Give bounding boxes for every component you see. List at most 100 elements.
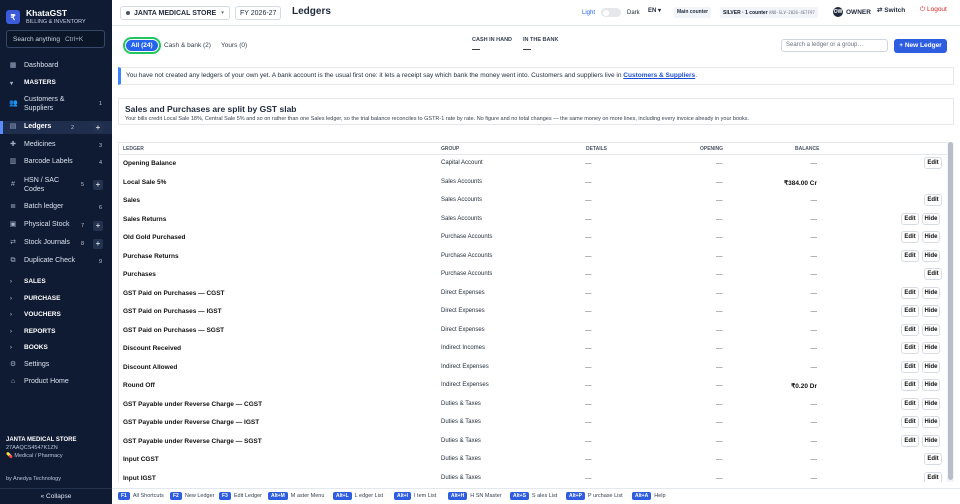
edit-ledger-button[interactable]: Edit	[924, 268, 942, 280]
brand[interactable]: ₹ KhataGST BILLING & INVENTORY	[0, 0, 112, 28]
logout-button[interactable]: ⏻ Logout	[920, 6, 947, 14]
sidebar-item-medicines[interactable]: ✚ Medicines 3	[0, 139, 112, 152]
table-row[interactable]: GST Paid on Purchases — IGST Direct Expen…	[119, 303, 947, 322]
collapse-sidebar-button[interactable]: « Collapse	[0, 488, 112, 504]
ledger-search-input[interactable]: Search a ledger or a group…	[781, 39, 888, 52]
add-hsn-icon[interactable]: +	[93, 180, 103, 190]
edit-ledger-button[interactable]: Edit	[901, 305, 919, 317]
sidebar-section-books[interactable]: › BOOKS	[0, 342, 112, 354]
hide-ledger-button[interactable]: Hide	[922, 323, 940, 336]
table-row[interactable]: Round Off Indirect Expenses — — ₹0.20 Dr Hide…	[119, 377, 947, 396]
table-scrollbar-thumb[interactable]	[948, 142, 953, 480]
table-row[interactable]: Purchases Purchase Accounts — — — Edit	[119, 266, 947, 285]
shortcut-alt-l[interactable]: Alt+L L edger List	[333, 492, 383, 500]
table-row[interactable]: Sales Returns Sales Accounts — — — Hide Edit	[119, 211, 947, 230]
store-selector[interactable]: JANTA MEDICAL STORE ▾	[120, 6, 230, 20]
table-row[interactable]: Discount Allowed Indirect Expenses — — — Hide…	[119, 359, 947, 378]
sidebar-item-physical-stock[interactable]: ▣ Physical Stock 7 +	[0, 219, 112, 232]
tab-all[interactable]: All (24)	[123, 37, 161, 54]
table-row[interactable]: GST Payable under Reverse Charge — IGST D…	[119, 414, 947, 433]
ledger-group: Purchase Accounts	[441, 271, 493, 277]
shortcut-f1[interactable]: F1 All Shortcuts	[118, 492, 164, 500]
switch-button[interactable]: ⇄ Switch	[877, 6, 905, 14]
shortcut-f3[interactable]: F3 Edit Ledger	[219, 492, 262, 500]
customers-suppliers-link[interactable]: Customers & Suppliers	[623, 72, 695, 79]
sidebar-section-reports[interactable]: › REPORTS	[0, 326, 112, 338]
ledger-opening: —	[716, 345, 723, 352]
sidebar-search-input[interactable]: Search anything Ctrl+K	[6, 30, 105, 48]
theme-toggle[interactable]: Light Dark	[582, 8, 640, 17]
hide-ledger-button[interactable]: Hide	[922, 286, 940, 299]
add-physical-stock-icon[interactable]: +	[93, 220, 103, 231]
hide-ledger-button[interactable]: Hide	[922, 212, 940, 225]
hide-ledger-button[interactable]: Hide	[922, 249, 940, 262]
edit-ledger-button[interactable]: Edit	[901, 397, 919, 410]
hide-ledger-button[interactable]: Hide	[922, 416, 940, 428]
language-selector[interactable]: EN ▾	[648, 7, 661, 14]
edit-ledger-button[interactable]: Edit	[901, 286, 919, 299]
table-row[interactable]: Purchase Returns Purchase Accounts — — — Hide…	[119, 248, 947, 267]
table-row[interactable]: Input CGST Duties & Taxes — — — Edit	[119, 451, 947, 470]
table-row[interactable]: Discount Received Indirect Incomes — — — Hide…	[119, 340, 947, 359]
user-menu[interactable]: OW OWNER	[833, 7, 871, 17]
hide-ledger-button[interactable]: Hide	[922, 434, 940, 447]
hide-ledger-button[interactable]: Hide	[922, 305, 940, 317]
sidebar-item-dashboard[interactable]: ▦ Dashboard	[0, 60, 112, 73]
hide-ledger-button[interactable]: Hide	[922, 342, 940, 354]
edit-ledger-button[interactable]: Edit	[901, 323, 919, 336]
table-row[interactable]: Old Gold Purchased Purchase Accounts — — — Hi…	[119, 229, 947, 248]
table-row[interactable]: Input IGST Duties & Taxes — — — Edit	[119, 470, 947, 482]
edit-ledger-button[interactable]: Edit	[924, 157, 942, 169]
edit-ledger-button[interactable]: Edit	[924, 194, 942, 206]
hide-ledger-button[interactable]: Hide	[922, 379, 940, 391]
shortcut-alt-a[interactable]: Alt+A Help	[632, 492, 666, 500]
new-ledger-button[interactable]: + New Ledger	[894, 39, 947, 53]
table-row[interactable]: GST Payable under Reverse Charge — CGST D…	[119, 396, 947, 415]
table-row[interactable]: Sales Sales Accounts — — — Edit	[119, 192, 947, 211]
table-row[interactable]: Opening Balance Capital Account — — — Edit	[119, 155, 947, 174]
edit-ledger-button[interactable]: Edit	[901, 434, 919, 447]
table-row[interactable]: GST Paid on Purchases — CGST Direct Expen…	[119, 285, 947, 304]
theme-switch[interactable]	[601, 8, 622, 17]
table-row[interactable]: Local Sale 5% Sales Accounts — — ₹384.00 Cr	[119, 174, 947, 193]
edit-ledger-button[interactable]: Edit	[924, 453, 942, 465]
sidebar-section-vouchers[interactable]: › VOUCHERS	[0, 309, 112, 321]
sidebar-item-customers-suppliers[interactable]: 👥 Customers & Suppliers 1	[0, 93, 112, 115]
sidebar-item-duplicate-check[interactable]: ⧉ Duplicate Check 9	[0, 255, 112, 268]
shortcut-alt-m[interactable]: Alt+M M aster Menu	[268, 492, 324, 500]
sidebar-item-product-home[interactable]: ⌂ Product Home	[0, 376, 112, 389]
sidebar-section-sales[interactable]: › SALES	[0, 276, 112, 288]
tab-cash-bank[interactable]: Cash & bank (2)	[160, 39, 215, 52]
edit-ledger-button[interactable]: Edit	[901, 379, 919, 391]
hide-ledger-button[interactable]: Hide	[922, 360, 940, 373]
shortcut-alt-h[interactable]: Alt+H H SN Master	[448, 492, 502, 500]
edit-ledger-button[interactable]: Edit	[901, 249, 919, 262]
sidebar-item-stock-journals[interactable]: ⇄ Stock Journals 8 +	[0, 237, 112, 250]
sidebar-item-barcode-labels[interactable]: ▥ Barcode Labels 4	[0, 156, 112, 169]
sidebar-item-settings[interactable]: ⚙ Settings	[0, 359, 112, 372]
edit-ledger-button[interactable]: Edit	[901, 360, 919, 373]
shortcut-f2[interactable]: F2 New Ledger	[170, 492, 215, 500]
shortcut-alt-i[interactable]: Alt+I I tem List	[394, 492, 436, 500]
add-stock-journal-icon[interactable]: +	[93, 238, 103, 249]
edit-ledger-button[interactable]: Edit	[901, 416, 919, 428]
shortcut-alt-p[interactable]: Alt+P P urchase List	[566, 492, 623, 500]
table-row[interactable]: GST Paid on Purchases — SGST Direct Expen…	[119, 322, 947, 341]
sidebar-section-masters[interactable]: ▾ MASTERS	[0, 77, 112, 89]
shortcut-alt-s[interactable]: Alt+S S ales List	[510, 492, 557, 500]
edit-ledger-button[interactable]: Edit	[901, 231, 919, 243]
table-row[interactable]: GST Payable under Reverse Charge — SGST D…	[119, 433, 947, 452]
sidebar-section-purchase[interactable]: › PURCHASE	[0, 293, 112, 305]
tab-yours[interactable]: Yours (0)	[217, 39, 251, 52]
fiscal-year-selector[interactable]: FY 2026-27	[235, 6, 282, 20]
add-ledger-icon[interactable]: +	[93, 122, 103, 133]
edit-ledger-button[interactable]: Edit	[901, 212, 919, 225]
hide-ledger-button[interactable]: Hide	[922, 231, 940, 243]
counter-badge[interactable]: Main counter	[674, 7, 712, 18]
sidebar-item-ledgers[interactable]: ▤ Ledgers 2 +	[0, 121, 112, 134]
hide-ledger-button[interactable]: Hide	[922, 397, 940, 410]
edit-ledger-button[interactable]: Edit	[901, 342, 919, 354]
sidebar-item-hsn-sac[interactable]: # HSN / SAC Codes 5 +	[0, 174, 112, 196]
edit-ledger-button[interactable]: Edit	[924, 471, 942, 482]
sidebar-item-batch-ledger[interactable]: ≣ Batch ledger 6	[0, 201, 112, 214]
